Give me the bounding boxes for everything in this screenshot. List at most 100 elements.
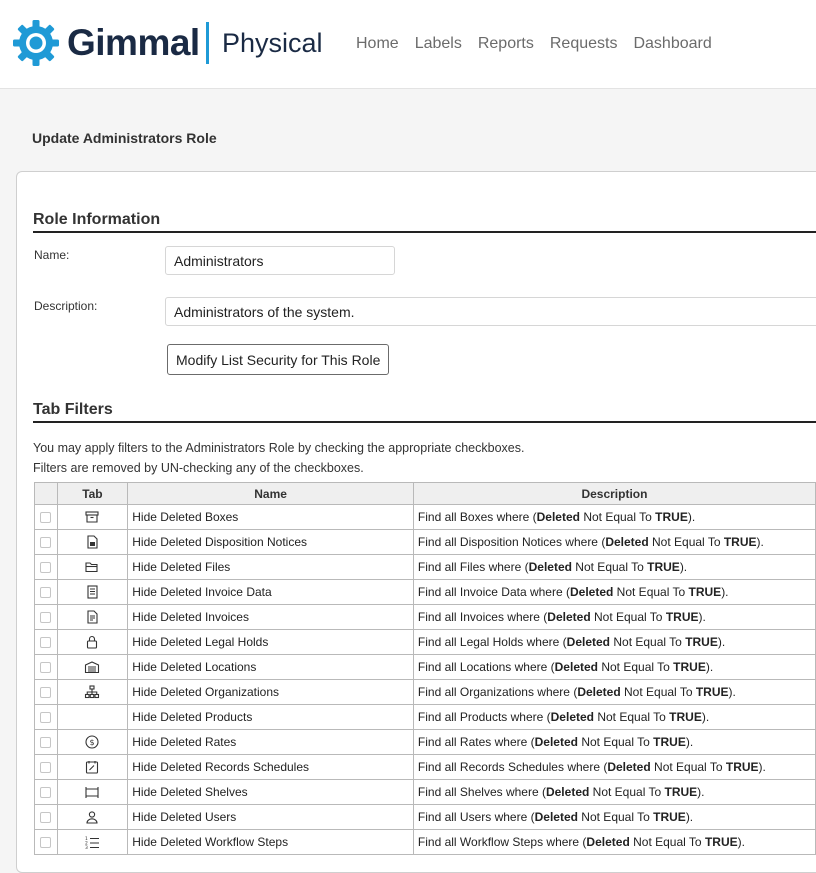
- description-suffix: ).: [687, 510, 696, 524]
- description-field: Deleted: [547, 610, 591, 624]
- filter-description: Find all Products where (Deleted Not Equ…: [412, 704, 816, 730]
- nav-dashboard[interactable]: Dashboard: [633, 35, 711, 53]
- description-field: Deleted: [534, 735, 578, 749]
- filter-description: Find all Records Schedules where (Delete…: [412, 754, 816, 780]
- description-field: Deleted: [566, 635, 611, 649]
- lock-icon: [84, 634, 100, 650]
- nav-reports[interactable]: Reports: [478, 35, 534, 53]
- table-row: Hide Deleted Locations Find all Locations…: [34, 654, 816, 680]
- document-icon: [84, 534, 100, 550]
- description-operator: Not Equal To: [577, 810, 654, 824]
- invoice-data-icon: [84, 584, 100, 600]
- filter-name: Hide Deleted Locations: [127, 654, 414, 680]
- warehouse-icon: [84, 659, 100, 675]
- description-value: TRUE: [647, 560, 680, 574]
- list-steps-icon: 123: [84, 834, 100, 850]
- page-title: Update Administrators Role: [32, 130, 217, 146]
- row-checkbox-cell: [34, 579, 58, 605]
- description-operator: Not Equal To: [650, 760, 726, 774]
- row-checkbox-cell: [34, 529, 58, 555]
- description-prefix: Find all Boxes where (: [417, 510, 537, 524]
- tab-icon-cell: [56, 654, 129, 680]
- filter-checkbox[interactable]: [40, 662, 52, 674]
- row-checkbox-cell: [34, 729, 58, 755]
- filters-help-line-2: Filters are removed by UN-checking any o…: [33, 461, 364, 475]
- tab-icon-cell: [56, 629, 129, 655]
- description-value: TRUE: [688, 585, 722, 599]
- top-bar: Gimmal Physical Home Labels Reports Requ…: [0, 0, 816, 89]
- filter-checkbox[interactable]: [40, 812, 52, 824]
- filter-name: Hide Deleted Users: [127, 804, 414, 830]
- filter-checkbox[interactable]: [40, 562, 52, 574]
- description-operator: Not Equal To: [620, 685, 696, 699]
- filter-name: Hide Deleted Disposition Notices: [127, 529, 414, 555]
- filter-checkbox[interactable]: [40, 587, 52, 599]
- table-row: Hide Deleted Files Find all Files where (…: [34, 554, 816, 580]
- row-checkbox-cell: [34, 829, 58, 855]
- tab-icon-cell: [56, 704, 129, 730]
- filter-checkbox[interactable]: [40, 512, 52, 524]
- description-prefix: Find all Products where (: [417, 710, 551, 724]
- row-checkbox-cell: [34, 804, 58, 830]
- tab-filters-heading: Tab Filters: [33, 401, 816, 423]
- description-value: TRUE: [653, 810, 686, 824]
- description-value: TRUE: [725, 760, 759, 774]
- filter-description: Find all Shelves where (Deleted Not Equa…: [412, 779, 816, 805]
- row-checkbox-cell: [34, 679, 58, 705]
- name-column-header: Name: [127, 482, 414, 505]
- description-operator: Not Equal To: [648, 535, 724, 549]
- table-row: Hide Deleted Legal Holds Find all Legal H…: [34, 629, 816, 655]
- filter-checkbox[interactable]: [40, 762, 52, 774]
- nav-home[interactable]: Home: [356, 35, 399, 53]
- svg-text:$: $: [90, 738, 95, 747]
- svg-text:3: 3: [85, 845, 88, 850]
- dollar-circle-icon: $: [84, 734, 100, 750]
- table-row: Hide Deleted Invoices Find all Invoices w…: [34, 604, 816, 630]
- filter-checkbox[interactable]: [40, 637, 52, 649]
- description-prefix: Find all Files where (: [417, 560, 529, 574]
- select-column-header: [34, 482, 58, 505]
- filter-description: Find all Locations where (Deleted Not Eq…: [412, 654, 816, 680]
- filter-checkbox[interactable]: [40, 687, 52, 699]
- filter-name: Hide Deleted Organizations: [127, 679, 414, 705]
- description-prefix: Find all Locations where (: [417, 660, 555, 674]
- filter-name: Hide Deleted Files: [127, 554, 414, 580]
- description-operator: Not Equal To: [629, 835, 705, 849]
- description-value: TRUE: [673, 660, 706, 674]
- filter-checkbox[interactable]: [40, 612, 52, 624]
- row-checkbox-cell: [34, 554, 58, 580]
- description-operator: Not Equal To: [613, 585, 689, 599]
- table-row: Hide Deleted Invoice Data Find all Invoic…: [34, 579, 816, 605]
- filter-description: Find all Users where (Deleted Not Equal …: [412, 804, 816, 830]
- description-value: TRUE: [669, 710, 702, 724]
- tab-icon-cell: [56, 679, 129, 705]
- row-checkbox-cell: [34, 654, 58, 680]
- org-chart-icon: [84, 684, 100, 700]
- filter-checkbox[interactable]: [40, 712, 52, 724]
- description-value: TRUE: [664, 785, 698, 799]
- role-information-heading: Role Information: [33, 211, 816, 233]
- table-row: Hide Deleted Products Find all Products w…: [34, 704, 816, 730]
- tab-icon-cell: [56, 504, 129, 530]
- role-name-input[interactable]: [165, 246, 395, 275]
- filter-checkbox[interactable]: [40, 837, 52, 849]
- modify-list-security-button[interactable]: Modify List Security for This Role: [167, 344, 390, 375]
- filter-checkbox[interactable]: [40, 737, 52, 749]
- filter-name: Hide Deleted Workflow Steps: [127, 829, 414, 855]
- filter-checkbox[interactable]: [40, 537, 52, 549]
- filter-checkbox[interactable]: [40, 787, 52, 799]
- nav-labels[interactable]: Labels: [415, 35, 462, 53]
- tab-icon-cell: [56, 604, 129, 630]
- description-field: Deleted: [605, 535, 649, 549]
- filter-description: Find all Invoices where (Deleted Not Equ…: [412, 604, 816, 630]
- filter-name: Hide Deleted Invoice Data: [127, 579, 414, 605]
- role-description-input[interactable]: [165, 297, 816, 326]
- description-suffix: ).: [721, 585, 729, 599]
- filter-name: Hide Deleted Legal Holds: [127, 629, 414, 655]
- nav-requests[interactable]: Requests: [550, 35, 618, 53]
- row-checkbox-cell: [34, 754, 58, 780]
- description-prefix: Find all Organizations where (: [417, 685, 578, 699]
- description-operator: Not Equal To: [589, 785, 665, 799]
- shelf-icon: [84, 784, 100, 800]
- user-icon: [84, 809, 100, 825]
